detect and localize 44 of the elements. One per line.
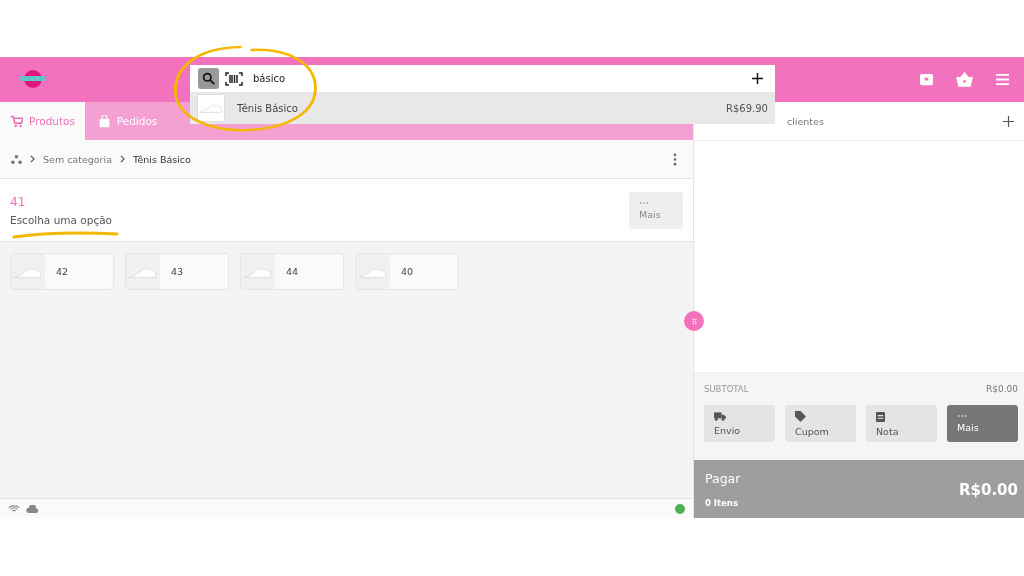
menu-icon[interactable] xyxy=(995,73,1010,86)
ellipsis-icon xyxy=(639,200,649,205)
variant-card[interactable]: 43 xyxy=(125,253,229,290)
subtotal-label: SUBTOTAL xyxy=(704,384,749,394)
more-options-icon[interactable] xyxy=(673,152,677,166)
variant-card[interactable]: 44 xyxy=(240,253,344,290)
choose-option-text: Escolha uma opção xyxy=(10,213,113,226)
cart-icon xyxy=(10,114,23,128)
shoe-photo-placeholder xyxy=(356,254,390,289)
breadcrumb-link[interactable]: Tênis Básico xyxy=(133,153,191,165)
product-title: 41 xyxy=(10,194,27,209)
subtotal-value: R$0.00 xyxy=(985,384,1018,394)
add-icon[interactable] xyxy=(1003,115,1014,127)
variant-card[interactable]: 42 xyxy=(10,253,114,290)
tag-icon xyxy=(795,410,806,422)
barcode-icon[interactable] xyxy=(225,71,243,86)
logo-icon xyxy=(18,68,48,89)
ellipsis-icon xyxy=(957,414,967,418)
cart-action-button[interactable]: Nota xyxy=(866,405,937,442)
shoe-photo-placeholder xyxy=(241,254,275,289)
bag-icon xyxy=(97,114,111,128)
shoe-photo-placeholder xyxy=(126,254,160,289)
clipboard-icon xyxy=(876,410,885,422)
basket-icon[interactable] xyxy=(956,72,973,87)
more-button[interactable]: Mais xyxy=(629,191,683,229)
truck-icon xyxy=(714,411,726,421)
chevron-icon xyxy=(120,155,125,163)
chevron-icon xyxy=(30,155,35,163)
search-field[interactable]: básico xyxy=(190,65,775,92)
customer-field-text[interactable]: clientes xyxy=(787,115,824,127)
add-icon[interactable] xyxy=(752,73,763,84)
shoe-photo-placeholder xyxy=(11,254,45,289)
breadcrumb-link[interactable]: Sem categoria xyxy=(43,153,112,165)
search-suggestion[interactable]: Tênis Básico R$69.90 xyxy=(190,92,775,124)
search-icon[interactable] xyxy=(198,68,219,89)
variant-card[interactable]: 40 xyxy=(355,253,459,290)
wifi-icon xyxy=(8,504,20,513)
cash-drawer-icon[interactable] xyxy=(919,72,934,87)
cart-action-button[interactable]: Cupom xyxy=(785,405,856,442)
cart-action-button[interactable]: Envio xyxy=(704,405,775,442)
cart-action-button[interactable]: Mais xyxy=(947,405,1018,442)
cloud-icon xyxy=(26,504,39,513)
hierarchy-icon[interactable] xyxy=(11,154,22,164)
shoe-photo-placeholder xyxy=(197,94,225,122)
